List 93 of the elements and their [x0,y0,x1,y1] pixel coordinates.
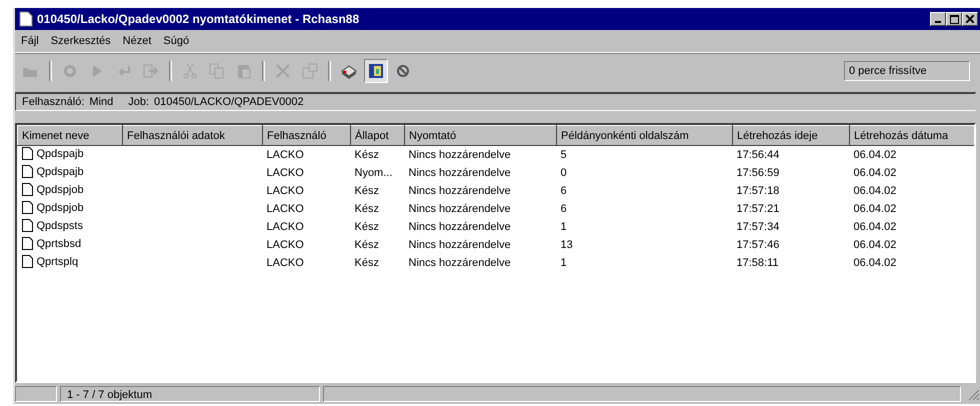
table-cell: 06.04.02 [854,203,896,215]
minimize-button[interactable] [930,12,946,26]
document-icon [22,201,32,214]
document-icon [19,11,33,27]
output-name[interactable]: Qpdspjob [36,184,84,196]
column-header[interactable]: Létrehozás ideje [732,126,850,146]
table-cell: 6 [560,185,567,197]
table-cell: LACKO [266,203,304,215]
output-name[interactable]: Qpdspsts [36,220,83,232]
ring-icon [61,62,79,80]
output-name[interactable]: Qpdspajb [36,166,84,178]
column-header[interactable]: Állapot [350,126,404,146]
column-header[interactable]: Példányonkénti oldalszám [556,126,732,146]
user-filter-label: Felhasználó: [22,96,84,108]
window-title: 010450/Lacko/Qpadev0002 nyomtatókimenet - Rchasn88 [37,12,360,26]
column-header[interactable]: Felhasználó [262,126,350,146]
table-cell: 1 [560,257,567,269]
table-cell: LACKO [266,239,304,251]
table-cell: 06.04.02 [854,239,896,251]
close-icon [966,15,974,23]
close-button[interactable] [962,12,978,26]
table-cell: 17:57:34 [736,221,780,233]
close-icon [274,62,292,80]
toolbar-view-button[interactable] [364,59,388,83]
output-name[interactable]: Qprtsplq [36,256,78,268]
document-icon [22,255,32,268]
status-panel [15,386,57,402]
refresh-status: 0 perce frissítve [844,61,970,81]
menu-item[interactable]: Fájl [21,35,39,47]
table-cell: Kész [354,239,379,251]
no-sign-icon [394,62,412,80]
table-cell: 17:57:18 [736,185,780,197]
table-cell: Nincs hozzárendelve [408,221,511,233]
document-icon [22,237,32,250]
maximize-button[interactable] [946,12,962,26]
window-stack-icon [301,62,319,80]
resize-grip-icon [966,387,980,401]
table-cell: 17:57:21 [736,203,780,215]
table-cell: Nincs hozzárendelve [408,257,511,269]
table-cell: Kész [354,149,379,161]
table-cell: 13 [560,239,573,251]
menu-item[interactable]: Súgó [163,35,190,47]
table-cell: Kész [354,257,379,269]
document-icon [22,165,32,178]
table-cell: LACKO [266,185,304,197]
output-name[interactable]: Qprtsbsd [36,238,82,250]
output-name[interactable]: Qpdspajb [36,148,84,160]
table-cell: Kész [354,203,379,215]
object-count: 1 - 7 / 7 objektum [60,386,320,402]
table-cell: 17:58:11 [736,257,779,269]
panel-icon [367,62,385,80]
table-cell: Nincs hozzárendelve [408,185,511,197]
table-cell: 0 [560,167,567,179]
document-icon [22,147,32,160]
column-header[interactable]: Létrehozás dátuma [850,126,974,146]
table-cell: LACKO [266,167,304,179]
table-cell: Nincs hozzárendelve [408,149,511,161]
table-cell: Nincs hozzárendelve [408,167,511,179]
menu-item[interactable]: Nézet [122,35,152,47]
table-cell: Kész [354,221,379,233]
clipboard-icon [235,62,253,80]
table-cell: 17:57:46 [736,239,780,251]
table-cell: 06.04.02 [854,149,896,161]
user-filter-value: Mind [89,96,114,108]
table-cell: LACKO [266,221,304,233]
table-cell: 6 [560,203,567,215]
export-arrow-icon [142,62,160,80]
job-filter-label: Job: [128,96,150,108]
table-cell: Nincs hozzárendelve [408,239,511,251]
table-cell: 1 [560,221,567,233]
document-icon [22,183,32,196]
column-header[interactable]: Felhasználói adatok [122,126,262,146]
table-cell: 06.04.02 [854,221,896,233]
table-cell: 06.04.02 [854,185,896,197]
table-cell: LACKO [266,149,304,161]
scissors-icon [181,62,199,80]
column-header[interactable]: Nyomtató [404,126,556,146]
document-icon [22,219,32,232]
table-cell: Nincs hozzárendelve [408,203,511,215]
column-header[interactable]: Kimenet neve [18,126,122,146]
maximize-icon [950,14,958,24]
table-cell: LACKO [266,257,304,269]
copy-icon [208,62,226,80]
table-cell: Nyom... [354,167,392,179]
table-cell: Kész [354,185,379,197]
table-cell: 06.04.02 [854,257,896,269]
job-filter-value: 010450/LACKO/QPADEV0002 [154,96,304,108]
output-name[interactable]: Qpdspjob [36,202,84,214]
table-cell: 17:56:59 [736,167,780,179]
table-cell: 17:56:44 [736,149,780,161]
table-cell: 06.04.02 [854,167,896,179]
menu-item[interactable]: Szerkesztés [50,35,111,47]
table-cell: 5 [560,149,567,161]
